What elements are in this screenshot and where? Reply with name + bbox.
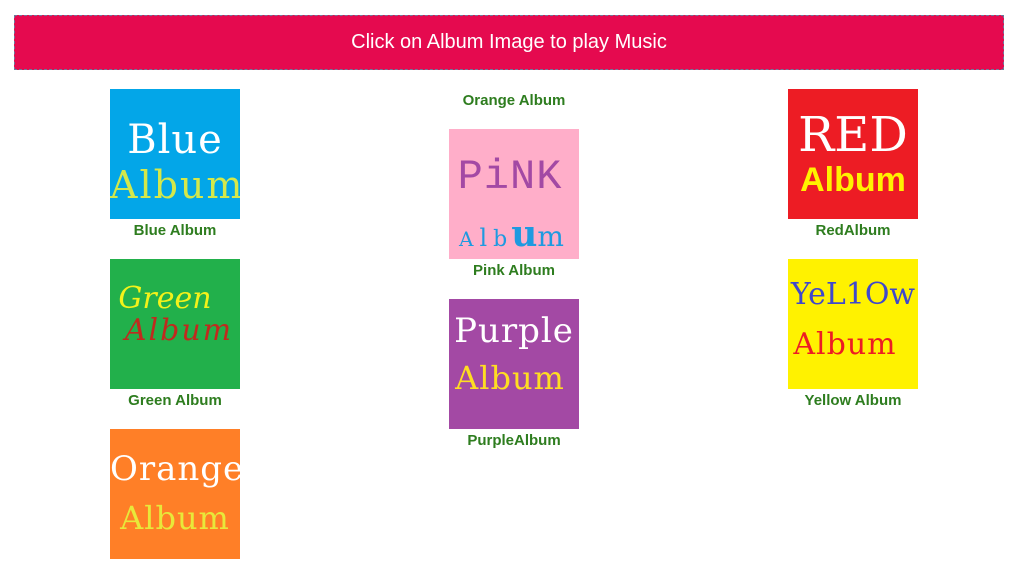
album-caption-green[interactable]: Green Album [85, 392, 265, 409]
cover-subtitle: Album [800, 161, 906, 199]
album-caption-yellow[interactable]: Yellow Album [763, 392, 943, 409]
cover-letter: l [479, 224, 488, 252]
album-caption-orange[interactable]: Orange Album [424, 92, 604, 109]
cover-title: Purple [454, 311, 574, 351]
album-caption-purple[interactable]: PurpleAlbum [424, 432, 604, 449]
cover-title: PiNK [457, 153, 563, 201]
album-cover-yellow[interactable]: YeL1Ow Album [788, 259, 918, 389]
album-cover-purple[interactable]: Purple Album [449, 299, 579, 429]
album-cover-orange[interactable]: Orange Album [110, 429, 240, 559]
album-cover-green[interactable]: Green Album [110, 259, 240, 389]
album-caption-pink[interactable]: Pink Album [424, 262, 604, 279]
album-cover-blue[interactable]: Blue Album [110, 89, 240, 219]
cover-subtitle: Album [110, 163, 240, 207]
banner-text: Click on Album Image to play Music [351, 31, 667, 53]
cover-subtitle: Album [455, 359, 565, 397]
album-cover-red[interactable]: RED Album [788, 89, 918, 219]
cover-title: RED [798, 107, 908, 163]
cover-subtitle: Album [120, 499, 230, 537]
cover-subtitle: Album [459, 213, 579, 255]
cover-title: Blue [127, 117, 223, 163]
cover-letter: A [459, 227, 474, 251]
album-caption-red[interactable]: RedAlbum [763, 222, 943, 239]
cover-subtitle: Album [124, 313, 234, 348]
header-banner: Click on Album Image to play Music [14, 15, 1004, 70]
cover-letter: b [493, 227, 508, 252]
cover-title: Green [118, 281, 212, 316]
album-cover-pink[interactable]: PiNK Al b um [449, 129, 579, 259]
cover-subtitle: Album [793, 327, 897, 362]
album-caption-blue[interactable]: Blue Album [85, 222, 265, 239]
cover-letter: u [511, 213, 538, 255]
cover-title: Orange [110, 449, 240, 489]
cover-title: YeL1Ow [790, 277, 916, 312]
cover-letter: m [537, 220, 564, 253]
